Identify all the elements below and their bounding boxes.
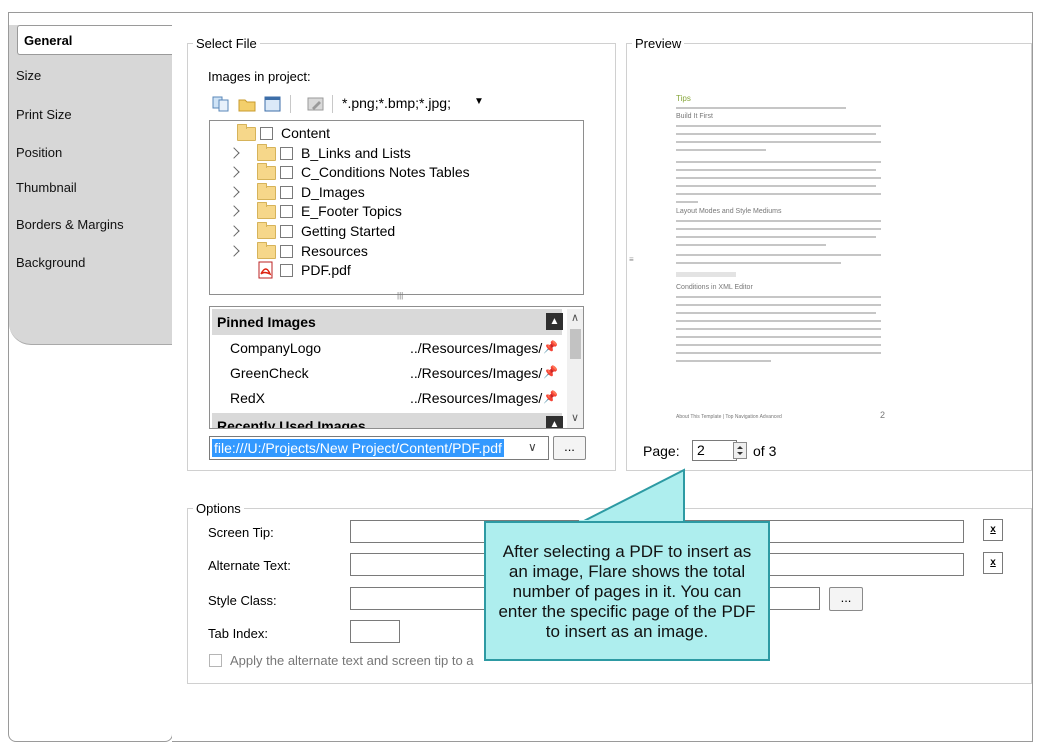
preview-splitter-grip[interactable]: ≡ [629, 255, 634, 264]
collapse-pinned-icon[interactable]: ▲ [546, 313, 563, 330]
screen-tip-label: Screen Tip: [208, 525, 274, 540]
tree-item-checkbox[interactable] [280, 264, 293, 277]
images-in-project-label: Images in project: [208, 69, 311, 84]
page-spinner[interactable] [733, 442, 747, 459]
tree-item-checkbox[interactable] [280, 166, 293, 179]
pin-icon[interactable]: 📌 [543, 340, 558, 354]
image-path-value: file:///U:/Projects/New Project/Content/… [212, 439, 504, 457]
tree-item-label[interactable]: D_Images [301, 183, 365, 201]
preview-legend: Preview [632, 36, 685, 51]
folder-icon [257, 183, 276, 200]
tree-item-checkbox[interactable] [280, 147, 293, 160]
page-number-input[interactable]: 2 [692, 440, 737, 461]
copy-icon[interactable] [212, 96, 230, 112]
tree-item-checkbox[interactable] [260, 127, 273, 140]
preview-doc-subheading: Conditions in XML Editor [676, 284, 753, 291]
alternate-text-label: Alternate Text: [208, 558, 291, 573]
pin-icon[interactable]: 📌 [543, 390, 558, 404]
tab-index-label: Tab Index: [208, 626, 268, 641]
text-editor-icon[interactable]: x [983, 519, 1003, 541]
tree-item-label[interactable]: Content [281, 124, 330, 142]
annotation-callout: After selecting a PDF to insert as an im… [484, 521, 770, 661]
options-legend: Options [193, 501, 244, 516]
pinned-item-name[interactable]: RedX [230, 390, 265, 406]
toolbar-divider [290, 95, 291, 113]
file-filter-select[interactable]: *.png;*.bmp;*.jpg; [342, 95, 451, 111]
chevron-down-icon[interactable]: ▼ [474, 96, 484, 107]
preview-doc-footer: About This Template | Top Navigation Adv… [676, 414, 782, 420]
scroll-down-icon[interactable]: ∨ [571, 411, 579, 424]
tab-position[interactable]: Position [16, 145, 62, 160]
tree-item-label[interactable]: C_Conditions Notes Tables [301, 163, 470, 181]
pinned-item-name[interactable]: GreenCheck [230, 365, 309, 381]
preview-doc-subheading: Build It First [676, 113, 713, 120]
apply-alt-text-checkbox[interactable] [209, 654, 222, 667]
style-class-label: Style Class: [208, 593, 277, 608]
scroll-up-icon[interactable]: ∧ [571, 311, 579, 324]
edit-image-icon[interactable] [307, 96, 325, 112]
tree-item-label[interactable]: PDF.pdf [301, 261, 351, 279]
folder-icon [257, 242, 276, 259]
tab-size[interactable]: Size [16, 68, 41, 83]
apply-alt-text-label: Apply the alternate text and screen tip … [230, 653, 474, 668]
text-editor-icon[interactable]: x [983, 552, 1003, 574]
preview-doc-subheading: Layout Modes and Style Mediums [676, 208, 782, 215]
browse-file-button[interactable]: ... [553, 436, 586, 460]
view-icon[interactable] [264, 96, 282, 112]
preview-doc-title: Tips [676, 94, 691, 103]
tab-general[interactable]: General [17, 25, 172, 55]
pinned-images-header: Pinned Images [212, 309, 562, 335]
splitter[interactable]: ||| [209, 291, 584, 304]
tab-general-label: General [24, 33, 73, 48]
tab-print-size[interactable]: Print Size [16, 107, 72, 122]
tree-item-checkbox[interactable] [280, 186, 293, 199]
folder-icon [237, 124, 256, 141]
folder-icon [257, 222, 276, 239]
tree-item-checkbox[interactable] [280, 225, 293, 238]
pinned-item-path: ../Resources/Images/ [410, 340, 543, 356]
chevron-down-icon[interactable]: ∨ [528, 440, 537, 454]
folder-icon [257, 163, 276, 180]
tree-item-checkbox[interactable] [280, 205, 293, 218]
callout-pointer [577, 468, 685, 528]
page-count-label: of 3 [753, 443, 777, 459]
preview-doc-page-number: 2 [880, 410, 886, 420]
tree-item-checkbox[interactable] [280, 245, 293, 258]
pdf-file-icon [257, 261, 275, 279]
collapse-recent-icon[interactable]: ▲ [546, 416, 563, 428]
pin-icon[interactable]: 📌 [543, 365, 558, 379]
toolbar-divider-2 [332, 95, 333, 113]
image-path-combobox[interactable]: file:///U:/Projects/New Project/Content/… [209, 436, 549, 460]
tree-item-label[interactable]: B_Links and Lists [301, 144, 411, 162]
tree-item-label[interactable]: Getting Started [301, 222, 395, 240]
page-label: Page: [643, 443, 680, 459]
tab-borders-margins[interactable]: Borders & Margins [16, 217, 124, 232]
pinned-images-list[interactable]: Pinned Images ▲ ∧ ∨ CompanyLogo ../Resou… [209, 306, 584, 429]
style-class-browse-button[interactable]: ... [829, 587, 863, 611]
tree-item-label[interactable]: Resources [301, 242, 368, 260]
folder-icon [257, 202, 276, 219]
tree-item-label[interactable]: E_Footer Topics [301, 202, 402, 220]
tab-index-input[interactable] [350, 620, 400, 643]
pinned-item-path: ../Resources/Images/ [410, 365, 543, 381]
pinned-item-path: ../Resources/Images/ [410, 390, 543, 406]
tab-background[interactable]: Background [16, 255, 85, 270]
select-file-legend: Select File [193, 36, 260, 51]
open-folder-icon[interactable] [238, 96, 256, 112]
pinned-scroll-thumb[interactable] [570, 329, 581, 359]
pdf-preview-page: Tips Build It First Layout Modes and Sty… [670, 88, 900, 433]
tab-thumbnail[interactable]: Thumbnail [16, 180, 77, 195]
recently-used-header: Recently Used Images [212, 413, 562, 428]
folder-icon [257, 144, 276, 161]
pinned-item-name[interactable]: CompanyLogo [230, 340, 321, 356]
